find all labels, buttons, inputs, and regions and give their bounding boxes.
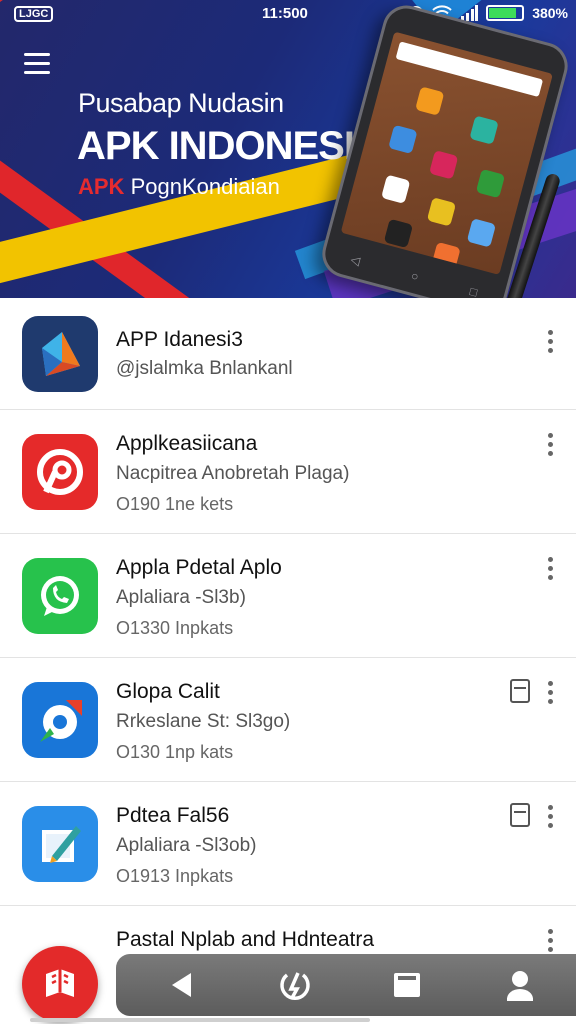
app-list-item[interactable]: Pdtea Fal56 Aplaliara -Sl3ob) O1913 Inpkat… [0, 782, 576, 906]
app-meta: O1913 Inpkats [116, 866, 234, 886]
more-options-icon[interactable] [544, 557, 556, 583]
banner-title: APK INDONESIA [77, 124, 383, 168]
battery-percent: 380% [532, 5, 568, 21]
phone-search-bar [395, 41, 544, 98]
phone-app-tile [388, 124, 418, 155]
more-options-icon[interactable] [544, 805, 556, 831]
signal-icon [461, 5, 479, 21]
app-description: Nacpitrea Anobretah Plaga) [116, 463, 350, 484]
more-options-icon[interactable] [544, 433, 556, 459]
app-list-item[interactable]: APP Idanesi3 @jslalmka Bnlankanl [0, 298, 576, 410]
book-app-icon [46, 969, 74, 997]
phone-app-tile [475, 168, 506, 199]
hero-banner: LJGC 11:500 380% Pusabap Nudasin APK IND… [0, 0, 576, 298]
phone-app-tile [381, 174, 411, 204]
banner-tagline: APK PognKondiaian [78, 174, 280, 200]
app-description: @jslalmka Bnlankanl [116, 358, 293, 379]
profile-icon [506, 971, 533, 1001]
nav-back-button[interactable] [160, 963, 204, 1007]
blue-edit-app-icon [22, 806, 98, 882]
red-p-app-icon [22, 434, 98, 510]
app-list-item[interactable]: Appla Pdetal Aplo Aplaliara -Sl3b) O1330 I… [0, 534, 576, 658]
status-badge: LJGC [14, 6, 54, 22]
nav-profile-button[interactable] [498, 963, 542, 1007]
banner-subtitle: Pusabap Nudasin [78, 88, 284, 118]
nav-inbox-button[interactable] [385, 963, 429, 1007]
app-name: APP Idanesi3 [116, 328, 243, 351]
inbox-icon [394, 973, 421, 997]
sd-card-icon [510, 803, 530, 827]
banner-tag-prefix: APK [78, 174, 125, 199]
app-meta: O130 1np kats [116, 742, 234, 762]
phone-app-tile [426, 197, 457, 227]
phone-app-tile [429, 150, 459, 180]
more-options-icon[interactable] [544, 681, 556, 707]
status-time: 11:500 [262, 5, 308, 22]
app-name: Pastal Nplab and Hdnteatra [116, 928, 374, 951]
app-name: Appla Pdetal Aplo [116, 556, 282, 579]
phone-app-tile [469, 115, 499, 145]
app-description: Aplaliara -Sl3ob) [116, 835, 257, 856]
bottom-nav-bar [116, 954, 576, 1016]
status-bar: LJGC 11:500 380% [0, 0, 576, 30]
home-indicator [30, 1018, 370, 1022]
phone-app-tile [466, 218, 497, 248]
app-name: Pdtea Fal56 [116, 804, 230, 827]
app-name: Glopa Calit [116, 680, 220, 703]
whatsapp-icon [22, 558, 98, 634]
battery-icon [486, 5, 525, 21]
app-list-item[interactable]: Glopa Calit Rrkeslane St: Sl3go) O130 1np … [0, 658, 576, 782]
app-name: Applkeasiicana [116, 432, 258, 455]
phone-app-tile [383, 218, 414, 249]
banner-tag-text: PognKondiaian [130, 174, 280, 199]
sd-card-icon [510, 679, 530, 703]
blue-target-app-icon [22, 682, 98, 758]
fab-red-book-button[interactable] [22, 946, 98, 1022]
app-list-item[interactable]: Applkeasiicana Nacpitrea Anobretah Plaga)… [0, 410, 576, 534]
more-options-icon[interactable] [544, 330, 556, 356]
more-options-icon[interactable] [544, 929, 556, 955]
app-meta: O1330 Inpkats [116, 618, 234, 638]
back-icon [172, 973, 192, 997]
app-description: Rrkeslane St: Sl3go) [116, 711, 291, 732]
app-description: Aplaliara -Sl3b) [116, 587, 246, 608]
phone-app-tile [415, 86, 445, 116]
phone-app-tile [431, 241, 461, 272]
diamond-app-icon [22, 316, 98, 392]
sync-icon [280, 972, 310, 1000]
app-list: APP Idanesi3 @jslalmka Bnlankanl Applkeasi… [0, 298, 576, 1024]
app-meta: O190 1ne kets [116, 494, 234, 514]
menu-icon[interactable] [24, 53, 50, 75]
phone-screen [340, 31, 553, 275]
nav-sync-button[interactable] [273, 963, 317, 1007]
